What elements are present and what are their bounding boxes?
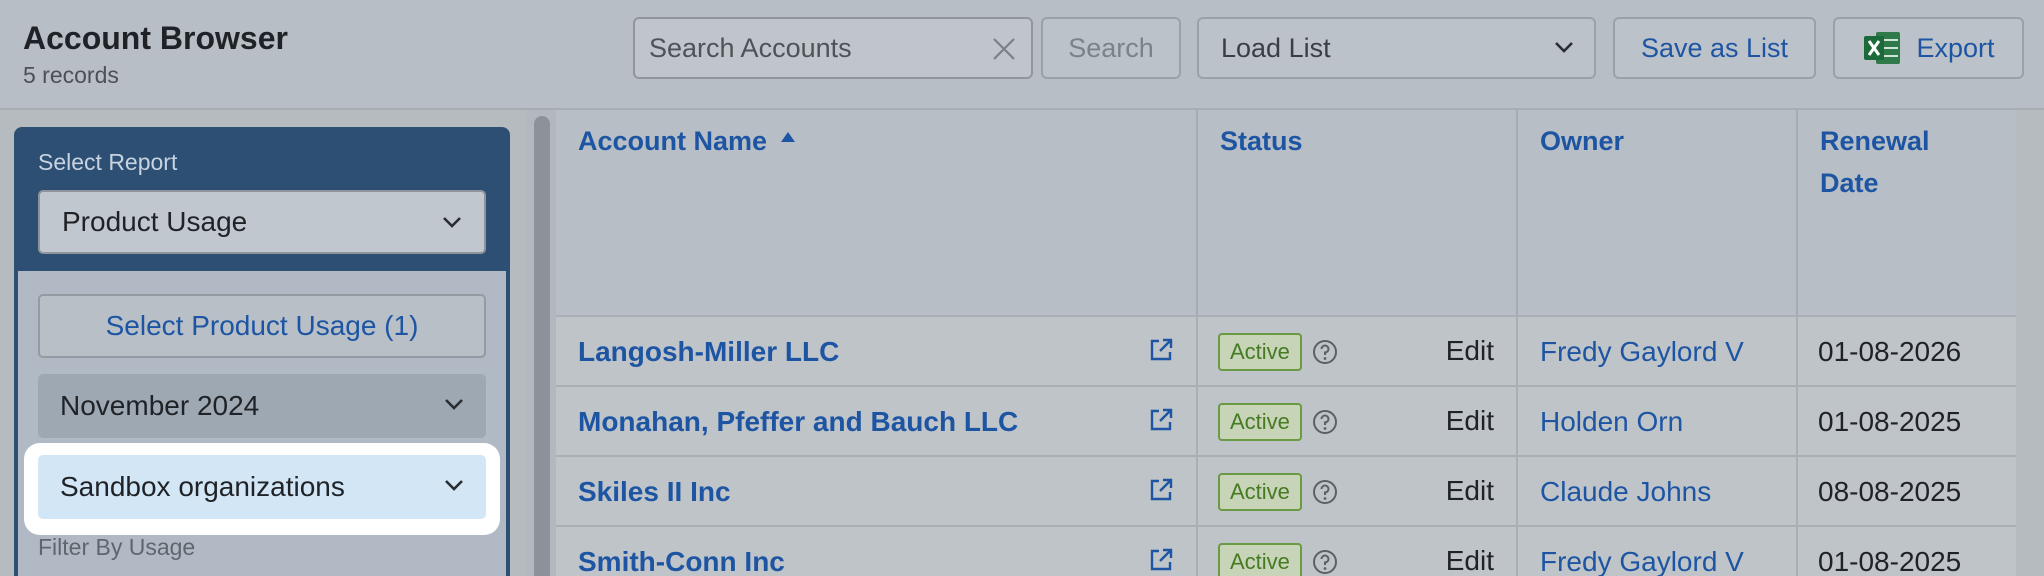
export-label: Export [1916, 32, 1995, 63]
edit-link[interactable]: Edit [1446, 475, 1494, 507]
account-name-link[interactable]: Smith-Conn Inc [578, 546, 785, 576]
column-header-label: Status [1220, 126, 1303, 156]
account-name-cell: Skiles II Inc [556, 457, 1198, 527]
page-header: Account Browser 5 records Search Load Li… [0, 0, 2044, 110]
clear-icon[interactable] [991, 36, 1017, 62]
sort-ascending-icon [781, 132, 796, 142]
search-box [633, 17, 1033, 79]
sidebar-scrollbar-thumb[interactable] [534, 116, 550, 576]
load-list-select[interactable]: Load List [1197, 17, 1596, 79]
column-header-status[interactable]: Status [1198, 110, 1518, 315]
column-header-owner[interactable]: Owner [1518, 110, 1798, 315]
save-as-list-button[interactable]: Save as List [1613, 17, 1816, 79]
column-header-account-name[interactable]: Account Name [556, 110, 1198, 315]
status-badge: Active [1218, 403, 1302, 441]
search-button[interactable]: Search [1041, 17, 1181, 79]
column-header-label: Renewal Date [1820, 126, 1930, 198]
month-select-value: November 2024 [60, 390, 260, 421]
column-header-label: Account Name [578, 126, 768, 156]
account-name-link[interactable]: Skiles II Inc [578, 476, 731, 508]
external-link-icon[interactable] [1148, 477, 1174, 503]
renewal-date: 01-08-2026 [1818, 336, 1962, 367]
table-row: Monahan, Pfeffer and Bauch LLC Active Ed… [556, 385, 2016, 457]
external-link-icon[interactable] [1148, 407, 1174, 433]
status-cell: Active Edit [1198, 317, 1518, 387]
report-select[interactable]: Product Usage [38, 190, 486, 254]
column-header-renewal-date[interactable]: Renewal Date [1798, 110, 2016, 315]
table-row: Smith-Conn Inc Active Edit Fredy Gaylord… [556, 525, 2016, 576]
table-row: Langosh-Miller LLC Active Edit Fredy Gay… [556, 315, 2016, 387]
select-report-label: Select Report [38, 149, 178, 175]
chevron-down-icon [443, 217, 461, 228]
table-row: Skiles II Inc Active Edit Claude Johns 0… [556, 455, 2016, 527]
renewal-date: 08-08-2025 [1818, 476, 1962, 507]
org-type-select[interactable]: Sandbox organizations [38, 455, 486, 519]
filter-by-usage-label: Filter By Usage [38, 534, 196, 560]
status-badge: Active [1218, 473, 1302, 511]
report-select-value: Product Usage [62, 206, 248, 237]
column-header-label: Owner [1540, 126, 1625, 156]
renewal-date: 01-08-2025 [1818, 406, 1962, 437]
select-product-usage-button[interactable]: Select Product Usage (1) [38, 294, 486, 358]
edit-link[interactable]: Edit [1446, 335, 1494, 367]
account-name-cell: Smith-Conn Inc [556, 527, 1198, 576]
export-button[interactable]: Export [1833, 17, 2024, 79]
edit-link[interactable]: Edit [1446, 405, 1494, 437]
owner-link[interactable]: Fredy Gaylord V [1518, 527, 1798, 576]
org-type-select-value: Sandbox organizations [60, 471, 345, 502]
excel-icon [1864, 32, 1901, 64]
account-name-cell: Monahan, Pfeffer and Bauch LLC [556, 387, 1198, 457]
account-name-cell: Langosh-Miller LLC [556, 317, 1198, 387]
help-icon[interactable] [1312, 409, 1338, 435]
help-icon[interactable] [1312, 339, 1338, 365]
status-cell: Active Edit [1198, 457, 1518, 527]
owner-link[interactable]: Holden Orn [1518, 387, 1798, 457]
search-input[interactable] [649, 19, 969, 77]
owner-link[interactable]: Fredy Gaylord V [1518, 317, 1798, 387]
page-title: Account Browser [23, 20, 288, 56]
account-name-link[interactable]: Langosh-Miller LLC [578, 336, 839, 368]
help-icon[interactable] [1312, 549, 1338, 575]
record-count: 5 records [23, 62, 119, 88]
month-select[interactable]: November 2024 [38, 374, 486, 438]
chevron-down-icon [445, 399, 463, 410]
status-cell: Active Edit [1198, 527, 1518, 576]
edit-link[interactable]: Edit [1446, 545, 1494, 576]
load-list-label: Load List [1221, 32, 1331, 63]
help-icon[interactable] [1312, 479, 1338, 505]
account-name-link[interactable]: Monahan, Pfeffer and Bauch LLC [578, 406, 1018, 438]
accounts-table: Account Name Status Owner Renewal Date L… [556, 110, 2016, 576]
status-badge: Active [1218, 333, 1302, 371]
owner-link[interactable]: Claude Johns [1518, 457, 1798, 527]
status-cell: Active Edit [1198, 387, 1518, 457]
external-link-icon[interactable] [1148, 337, 1174, 363]
chevron-down-icon [1555, 42, 1573, 53]
external-link-icon[interactable] [1148, 547, 1174, 573]
status-badge: Active [1218, 543, 1302, 576]
renewal-date: 01-08-2025 [1818, 546, 1962, 576]
chevron-down-icon [445, 480, 463, 491]
